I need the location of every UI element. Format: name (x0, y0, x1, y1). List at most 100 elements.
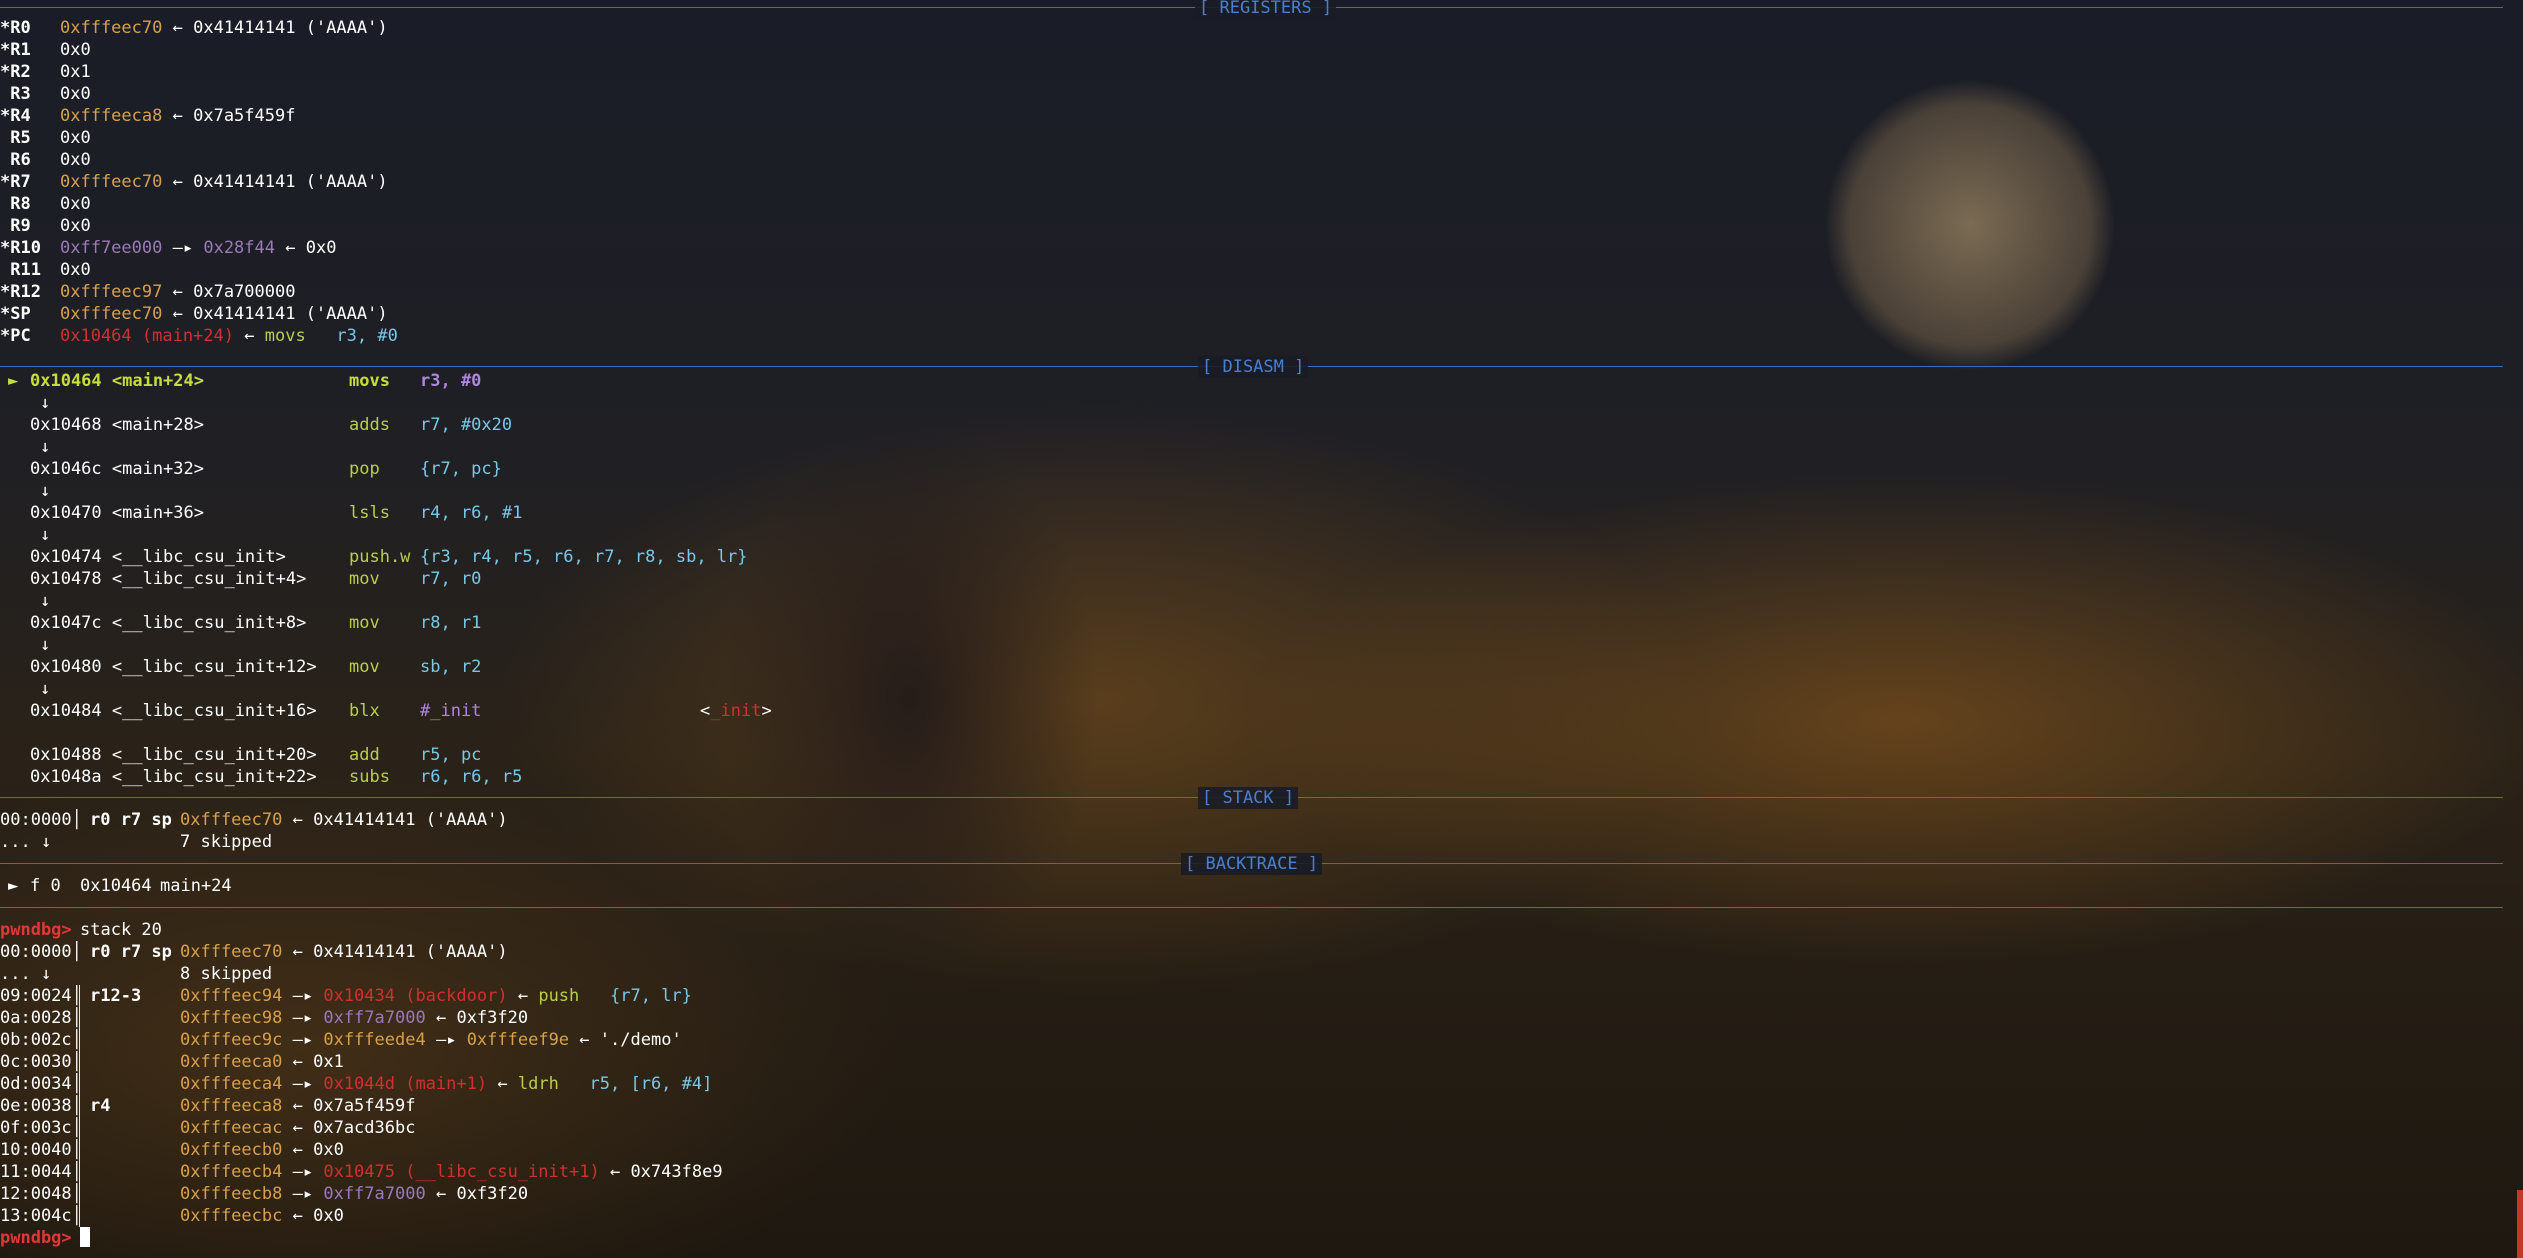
operands: r5, [r6, #4] (589, 1074, 713, 1094)
deref-value: 0x41414141 ('AAAA') (193, 18, 388, 38)
stack-address: 0xfffeecbc (180, 1206, 283, 1226)
stack-address: 0xfffeecac (180, 1118, 283, 1138)
stack-chain: 0xfffeec9c —▸ 0xfffeede4 —▸ 0xfffeef9e ←… (180, 1029, 682, 1051)
deref-value: 0x0 (313, 1206, 344, 1226)
arrow-icon: —▸ (292, 1008, 314, 1028)
pointer-value: 0x28f44 (203, 238, 275, 258)
register-name: *R12 (0, 282, 41, 302)
stack-offset: 0c:0030│ (0, 1052, 82, 1072)
register-row: R11 0x0 (0, 259, 2500, 281)
stack-registers: r12-3 (90, 986, 142, 1006)
opcode: movs (264, 326, 306, 346)
instruction-operands: r5, pc (420, 745, 482, 765)
register-row: *R7 0xfffeec70 ← 0x41414141 ('AAAA') (0, 171, 2500, 193)
stack-offset: 00:0000│ (0, 810, 82, 830)
stack-offset: 0b:002c│ (0, 1030, 82, 1050)
instruction-operands: r4, r6, #1 (420, 503, 523, 523)
deref-value: 0xf3f20 (456, 1184, 529, 1204)
stack-address: 0xfffeecb0 (180, 1140, 283, 1160)
stack-pointer: 0xfffeede4 (323, 1030, 426, 1050)
backtrace-address: 0x10464 (80, 876, 152, 896)
arrow-icon: ← (244, 326, 255, 346)
arrow-icon: ← (292, 1206, 303, 1226)
register-name: *R0 (0, 18, 31, 38)
arrow-icon: ← (172, 106, 183, 126)
arrow-icon: ← (435, 1008, 447, 1028)
register-plain-value: 0x0 (60, 40, 91, 60)
arrow-icon: —▸ (292, 1030, 314, 1050)
register-row: R9 0x0 (0, 215, 2500, 237)
stack-row: 12:0048│ 0xfffeecb8 —▸ 0xff7a7000 ← 0xf3f… (0, 1183, 2500, 1205)
arrow-icon: —▸ (292, 1162, 314, 1182)
register-name: R5 (0, 128, 31, 148)
arrow-icon: ← (172, 282, 183, 302)
stack-row: 0d:0034│ 0xfffeeca4 —▸ 0x1044d (main+1) ←… (0, 1073, 2500, 1095)
deref-value: 0xf3f20 (456, 1008, 529, 1028)
arrow-icon: ← (172, 304, 183, 324)
disasm-row: 0x1047c <__libc_csu_init+8> mov r8, r1 (0, 612, 2500, 634)
register-plain-value: 0x0 (60, 128, 91, 148)
stack-offset: 09:0024│ (0, 986, 82, 1006)
stack-chain: 0xfffeecb4 —▸ 0x10475 (__libc_csu_init+1… (180, 1161, 723, 1183)
data-pointer: 0xff7a7000 (323, 1184, 426, 1204)
stack-offset: 13:004c│ (0, 1206, 82, 1226)
stack-offset: 00:0000│ (0, 942, 82, 962)
disasm-row: ↓ (0, 678, 2500, 700)
arrow-icon: ← (579, 1030, 590, 1050)
deref-value: 0x41414141 ('AAAA') (193, 304, 388, 324)
pointer-address: 0xfffeec70 (60, 304, 163, 324)
instruction-opcode: adds (349, 415, 390, 435)
command-text: stack 20 (80, 920, 162, 940)
deref-value: 0x7a700000 (193, 282, 296, 302)
register-value: 0x0 (60, 39, 91, 61)
stack-offset: 0e:0038│ (0, 1096, 82, 1116)
stack-offset: 0d:0034│ (0, 1074, 82, 1094)
arrow-icon: —▸ (292, 1184, 314, 1204)
deref-value: 0x41414141 ('AAAA') (313, 942, 508, 962)
stack-address: 0xfffeecb8 (180, 1184, 283, 1204)
pointer-address: 0xff7ee000 (60, 238, 163, 258)
stack-registers: r4 (90, 1096, 111, 1116)
instruction-operands: r7, r0 (420, 569, 482, 589)
down-arrow-icon: ↓ (40, 437, 51, 457)
cursor[interactable] (80, 1227, 90, 1247)
stack-row: ... ↓ 8 skipped (0, 963, 2500, 985)
register-row: *R2 0x1 (0, 61, 2500, 83)
register-value: 0x0 (60, 193, 91, 215)
register-name: *R2 (0, 62, 31, 82)
register-value: 0xfffeec97 ← 0x7a700000 (60, 281, 295, 303)
disasm-row: ↓ (0, 524, 2500, 546)
arrow-icon: —▸ (292, 986, 314, 1006)
register-name: *PC (0, 326, 31, 346)
disasm-row: 0x10488 <__libc_csu_init+20> add r5, pc (0, 744, 2500, 766)
register-value: 0x0 (60, 149, 91, 171)
disasm-row: ↓ (0, 392, 2500, 414)
register-plain-value: 0x1 (60, 62, 91, 82)
register-row: *R1 0x0 (0, 39, 2500, 61)
divider-rule (0, 907, 2503, 908)
register-plain-value: 0x0 (60, 84, 91, 104)
register-row: R6 0x0 (0, 149, 2500, 171)
stack-chain: 0xfffeeca8 ← 0x7a5f459f (180, 1095, 415, 1117)
angle-close: > (761, 701, 772, 721)
pointer-address: 0xfffeec97 (60, 282, 163, 302)
stack-offset: 10:0040│ (0, 1140, 82, 1160)
opcode: push (538, 986, 580, 1006)
register-value: 0x10464 (main+24) ← movs r3, #0 (60, 325, 398, 347)
stack-address: 0xfffeec70 (180, 810, 283, 830)
section-divider-backtrace: [ BACKTRACE ] (0, 853, 2503, 875)
arrow-icon: ← (435, 1184, 447, 1204)
instruction-opcode: add (349, 745, 380, 765)
register-plain-value: 0x0 (60, 150, 91, 170)
deref-value: 0x0 (305, 238, 337, 258)
arrow-icon: ← (292, 942, 303, 962)
pointer-address: 0xfffeeca8 (60, 106, 163, 126)
stack-row: 11:0044│ 0xfffeecb4 —▸ 0x10475 (__libc_cs… (0, 1161, 2500, 1183)
stack-address: 0xfffeec94 (180, 986, 283, 1006)
stack-chain: 0xfffeecb8 —▸ 0xff7a7000 ← 0xf3f20 (180, 1183, 528, 1205)
register-name: *R10 (0, 238, 41, 258)
register-name: *R7 (0, 172, 31, 192)
scrollbar-thumb[interactable] (2517, 1190, 2523, 1258)
instruction-operands: #_init (420, 701, 482, 721)
register-row: R8 0x0 (0, 193, 2500, 215)
